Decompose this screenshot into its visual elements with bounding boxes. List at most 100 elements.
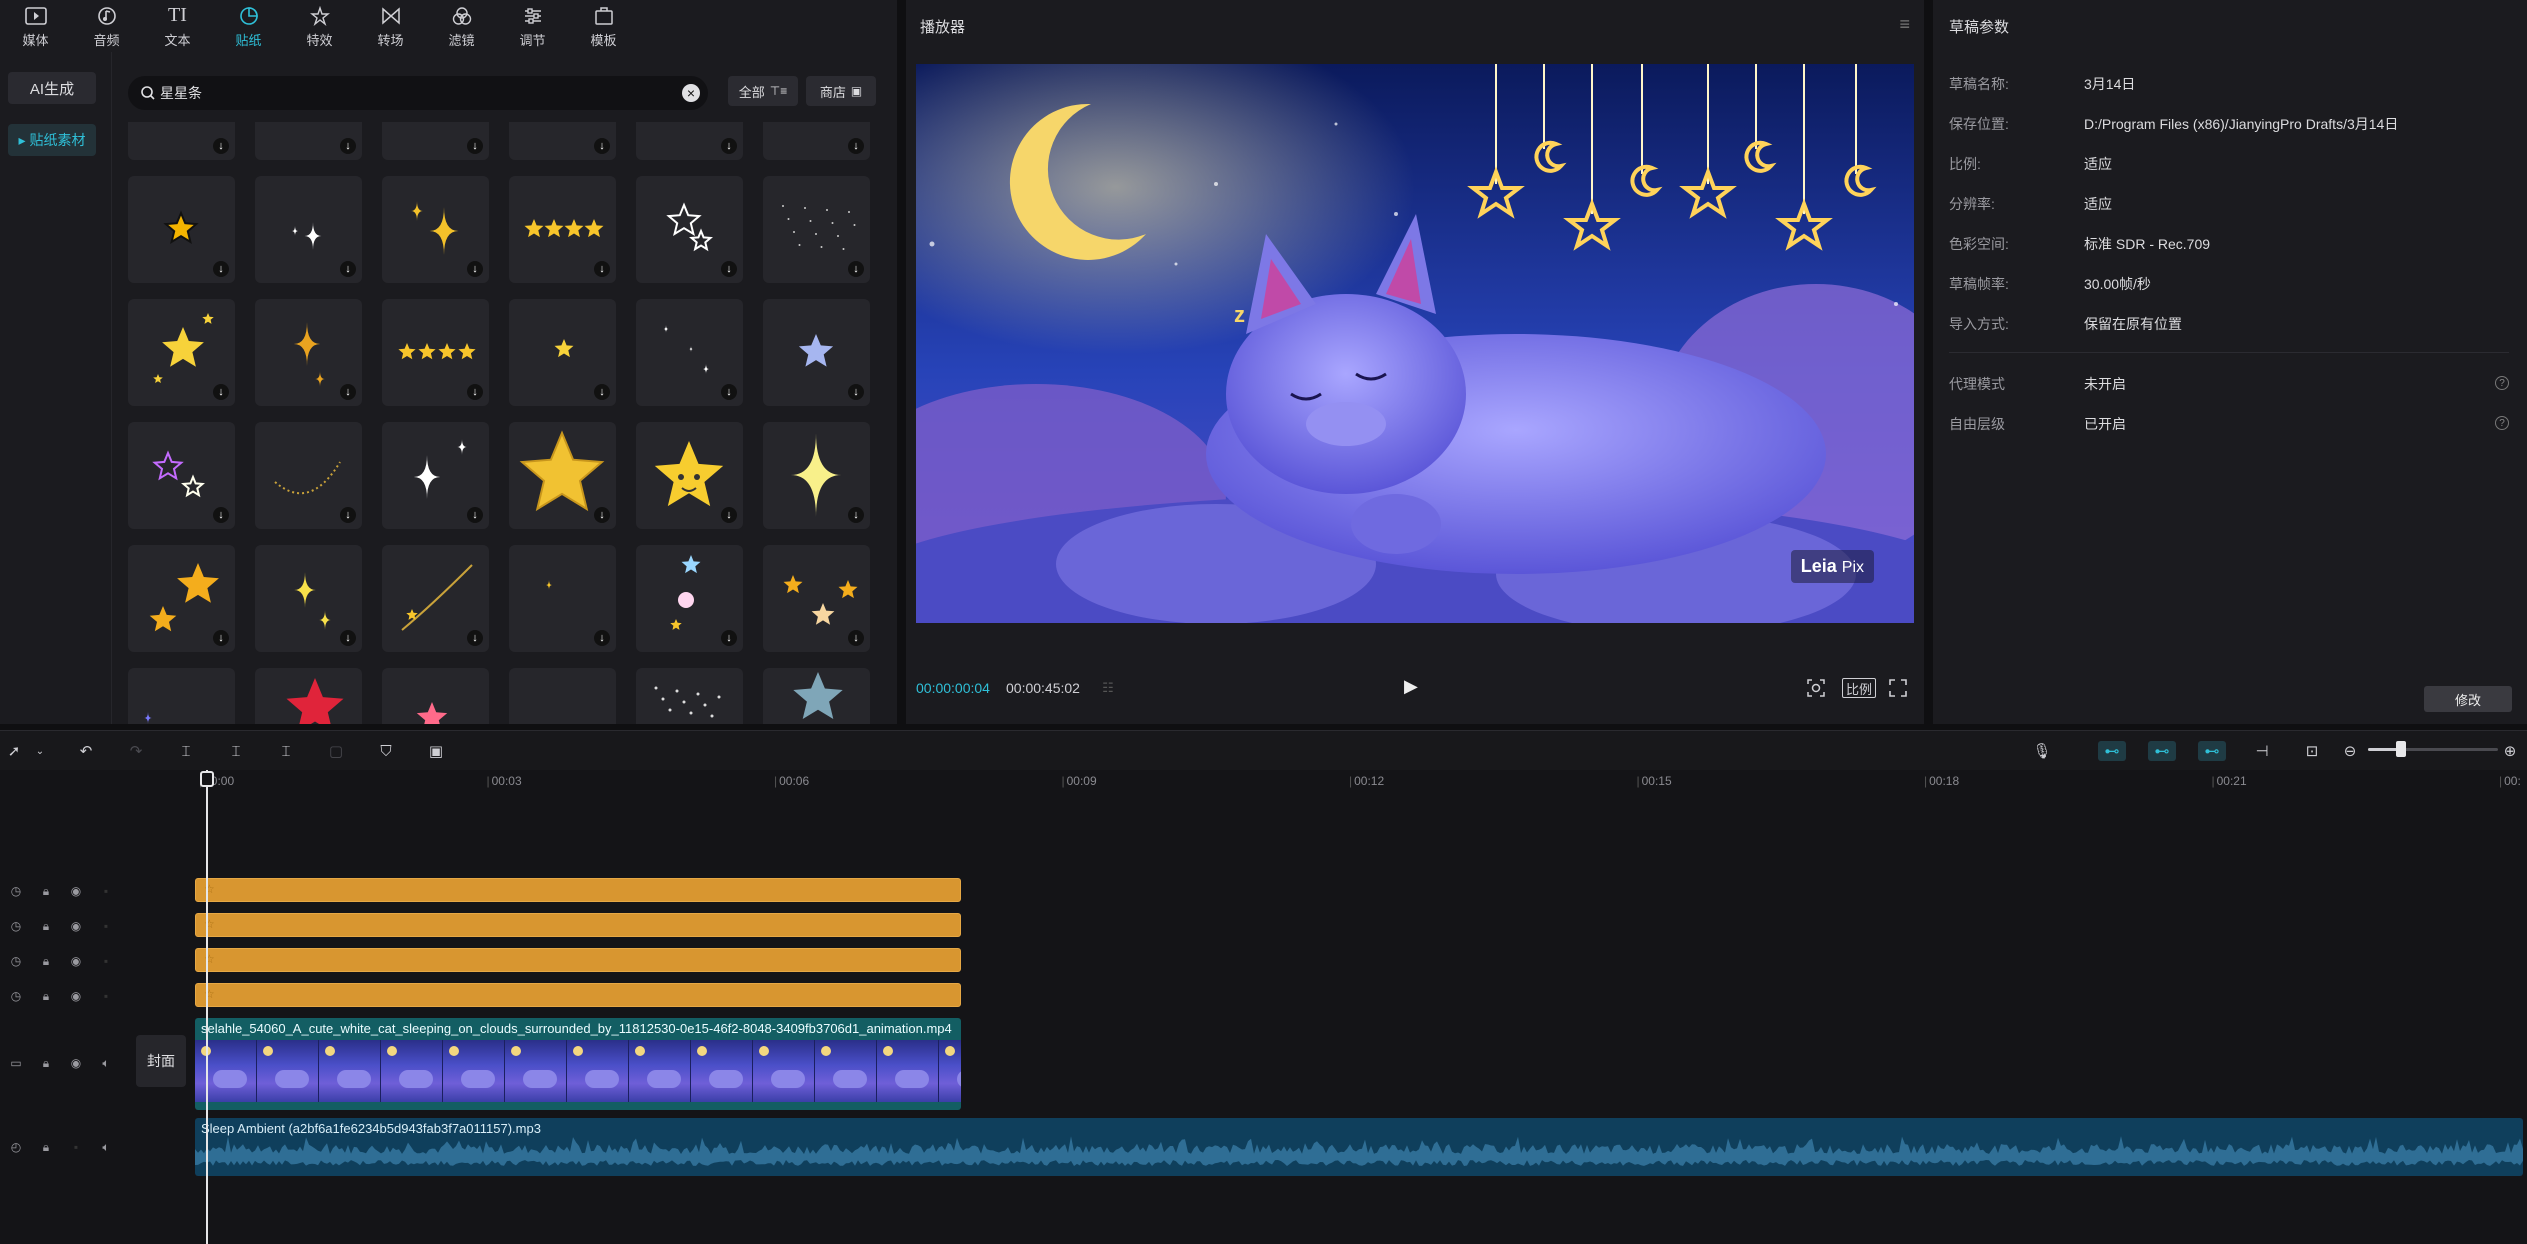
sticker-tile[interactable]: ↓ (128, 122, 235, 160)
modify-button[interactable]: 修改 (2424, 686, 2512, 712)
sticker-tile[interactable]: ↓ (509, 422, 616, 529)
download-icon[interactable]: ↓ (467, 630, 483, 646)
eye-icon[interactable]: ◉ (68, 954, 84, 968)
menu-icon[interactable]: ≡ (1899, 14, 1910, 35)
sticker-tile[interactable] (763, 668, 870, 724)
download-icon[interactable]: ↓ (213, 138, 229, 154)
download-icon[interactable]: ↓ (213, 507, 229, 523)
download-icon[interactable]: ↓ (340, 630, 356, 646)
select-cursor-icon[interactable]: ➚ (4, 741, 24, 761)
sticker-tile[interactable]: ↓ (509, 299, 616, 406)
clear-search-icon[interactable]: × (682, 84, 700, 102)
download-icon[interactable]: ↓ (594, 384, 610, 400)
download-icon[interactable]: ↓ (213, 384, 229, 400)
sticker-tile[interactable] (255, 668, 362, 724)
sticker-tile[interactable]: ↓ (509, 122, 616, 160)
microphone-icon[interactable]: 🎙︎ (2032, 741, 2052, 761)
download-icon[interactable]: ↓ (467, 507, 483, 523)
split-icon[interactable]: ⌶ (176, 741, 196, 761)
download-icon[interactable]: ↓ (340, 261, 356, 277)
filter-all-button[interactable]: 全部 ⊤≡ (728, 76, 798, 106)
sticker-tile[interactable]: ↓ (382, 299, 489, 406)
main-track-magnet-icon[interactable]: ⊷ (2098, 741, 2126, 761)
sticker-tile[interactable]: ↓ (763, 299, 870, 406)
zoom-out-icon[interactable]: ⊖ (2340, 741, 2360, 761)
sticker-tile[interactable]: ↓ (636, 122, 743, 160)
sticker-tile[interactable]: ↓ (128, 545, 235, 652)
lock-icon[interactable]: 🔒︎ (38, 954, 54, 969)
timeline-list-icon[interactable]: ☷ (1094, 676, 1122, 700)
lock-icon[interactable]: 🔒︎ (38, 989, 54, 1004)
split-left-icon[interactable]: ⌶ (226, 741, 246, 761)
eye-icon[interactable]: ◉ (68, 989, 84, 1003)
tab-template[interactable]: 模板 (568, 0, 639, 52)
download-icon[interactable]: ↓ (594, 507, 610, 523)
sticker-tile[interactable]: ↓ (636, 545, 743, 652)
marker-icon[interactable]: ⛉ (376, 741, 396, 761)
download-icon[interactable]: ↓ (721, 507, 737, 523)
screenshot-icon[interactable] (1804, 676, 1828, 700)
sticker-clip[interactable]: ☆ (195, 948, 961, 972)
zoom-slider-handle[interactable] (2396, 741, 2406, 757)
fullscreen-icon[interactable] (1886, 676, 1910, 700)
video-clip[interactable]: selahle_54060_A_cute_white_cat_sleeping_… (195, 1018, 961, 1110)
download-icon[interactable]: ↓ (721, 384, 737, 400)
sticker-tile[interactable] (509, 668, 616, 724)
sticker-tile[interactable]: ↓ (128, 422, 235, 529)
linkage-icon[interactable]: ⊷ (2198, 741, 2226, 761)
sticker-tile[interactable]: ↓ (636, 422, 743, 529)
undo-icon[interactable]: ↶ (76, 741, 96, 761)
split-right-icon[interactable]: ⌶ (276, 741, 296, 761)
chevron-down-icon[interactable]: ⌄ (30, 741, 50, 761)
download-icon[interactable]: ↓ (848, 261, 864, 277)
sticker-clip[interactable]: ☆ (195, 983, 961, 1007)
sticker-tile[interactable] (382, 668, 489, 724)
sticker-tile[interactable]: ↓ (128, 176, 235, 283)
sticker-tile[interactable]: ↓ (763, 422, 870, 529)
sticker-tile[interactable]: ↓ (255, 422, 362, 529)
tab-audio[interactable]: 音频 (71, 0, 142, 52)
download-icon[interactable]: ↓ (467, 138, 483, 154)
sticker-tile[interactable]: ↓ (636, 299, 743, 406)
download-icon[interactable]: ↓ (594, 138, 610, 154)
cover-button[interactable]: 封面 (136, 1035, 186, 1087)
time-ruler[interactable]: 00:0000:0300:0600:0900:1200:1500:1800:21… (195, 770, 2527, 792)
tab-adjust[interactable]: 调节 (497, 0, 568, 52)
lock-icon[interactable]: 🔒︎ (38, 1140, 54, 1155)
sticker-tile[interactable]: ↓ (509, 545, 616, 652)
search-input[interactable]: 星星条 × (128, 76, 708, 110)
playhead[interactable] (206, 770, 208, 1244)
download-icon[interactable]: ↓ (467, 384, 483, 400)
help-icon[interactable]: ? (2495, 376, 2509, 390)
sticker-tile[interactable] (636, 668, 743, 724)
sticker-tile[interactable]: ↓ (128, 299, 235, 406)
download-icon[interactable]: ↓ (721, 630, 737, 646)
timeline-zoom-fit-icon[interactable]: ⊡ (2302, 741, 2322, 761)
sticker-tile[interactable]: ↓ (763, 176, 870, 283)
sticker-clip[interactable]: ☆ (195, 913, 961, 937)
sticker-tile[interactable] (128, 668, 235, 724)
sticker-tile[interactable]: ↓ (382, 176, 489, 283)
download-icon[interactable]: ↓ (848, 507, 864, 523)
image-edit-icon[interactable]: ▣ (426, 741, 446, 761)
sticker-tile[interactable]: ↓ (382, 422, 489, 529)
shop-button[interactable]: 商店 ▣ (806, 76, 876, 106)
download-icon[interactable]: ↓ (340, 384, 356, 400)
sticker-tile[interactable]: ↓ (255, 176, 362, 283)
download-icon[interactable]: ↓ (848, 138, 864, 154)
play-icon[interactable]: ▶ (1404, 676, 1424, 698)
tab-transition[interactable]: 转场 (355, 0, 426, 52)
sticker-tile[interactable]: ↓ (763, 122, 870, 160)
tab-text[interactable]: TI 文本 (142, 0, 213, 52)
download-icon[interactable]: ↓ (848, 630, 864, 646)
download-icon[interactable]: ↓ (594, 261, 610, 277)
download-icon[interactable]: ↓ (213, 630, 229, 646)
video-preview[interactable]: z Leia Pix (916, 64, 1914, 623)
sticker-tile[interactable]: ↓ (255, 299, 362, 406)
download-icon[interactable]: ↓ (467, 261, 483, 277)
auto-snap-icon[interactable]: ⊷ (2148, 741, 2176, 761)
sidebar-item-sticker-assets[interactable]: ▸ 贴纸素材 (8, 124, 96, 156)
sticker-tile[interactable]: ↓ (255, 122, 362, 160)
sticker-tile[interactable]: ↓ (763, 545, 870, 652)
lock-icon[interactable]: 🔒︎ (38, 919, 54, 934)
